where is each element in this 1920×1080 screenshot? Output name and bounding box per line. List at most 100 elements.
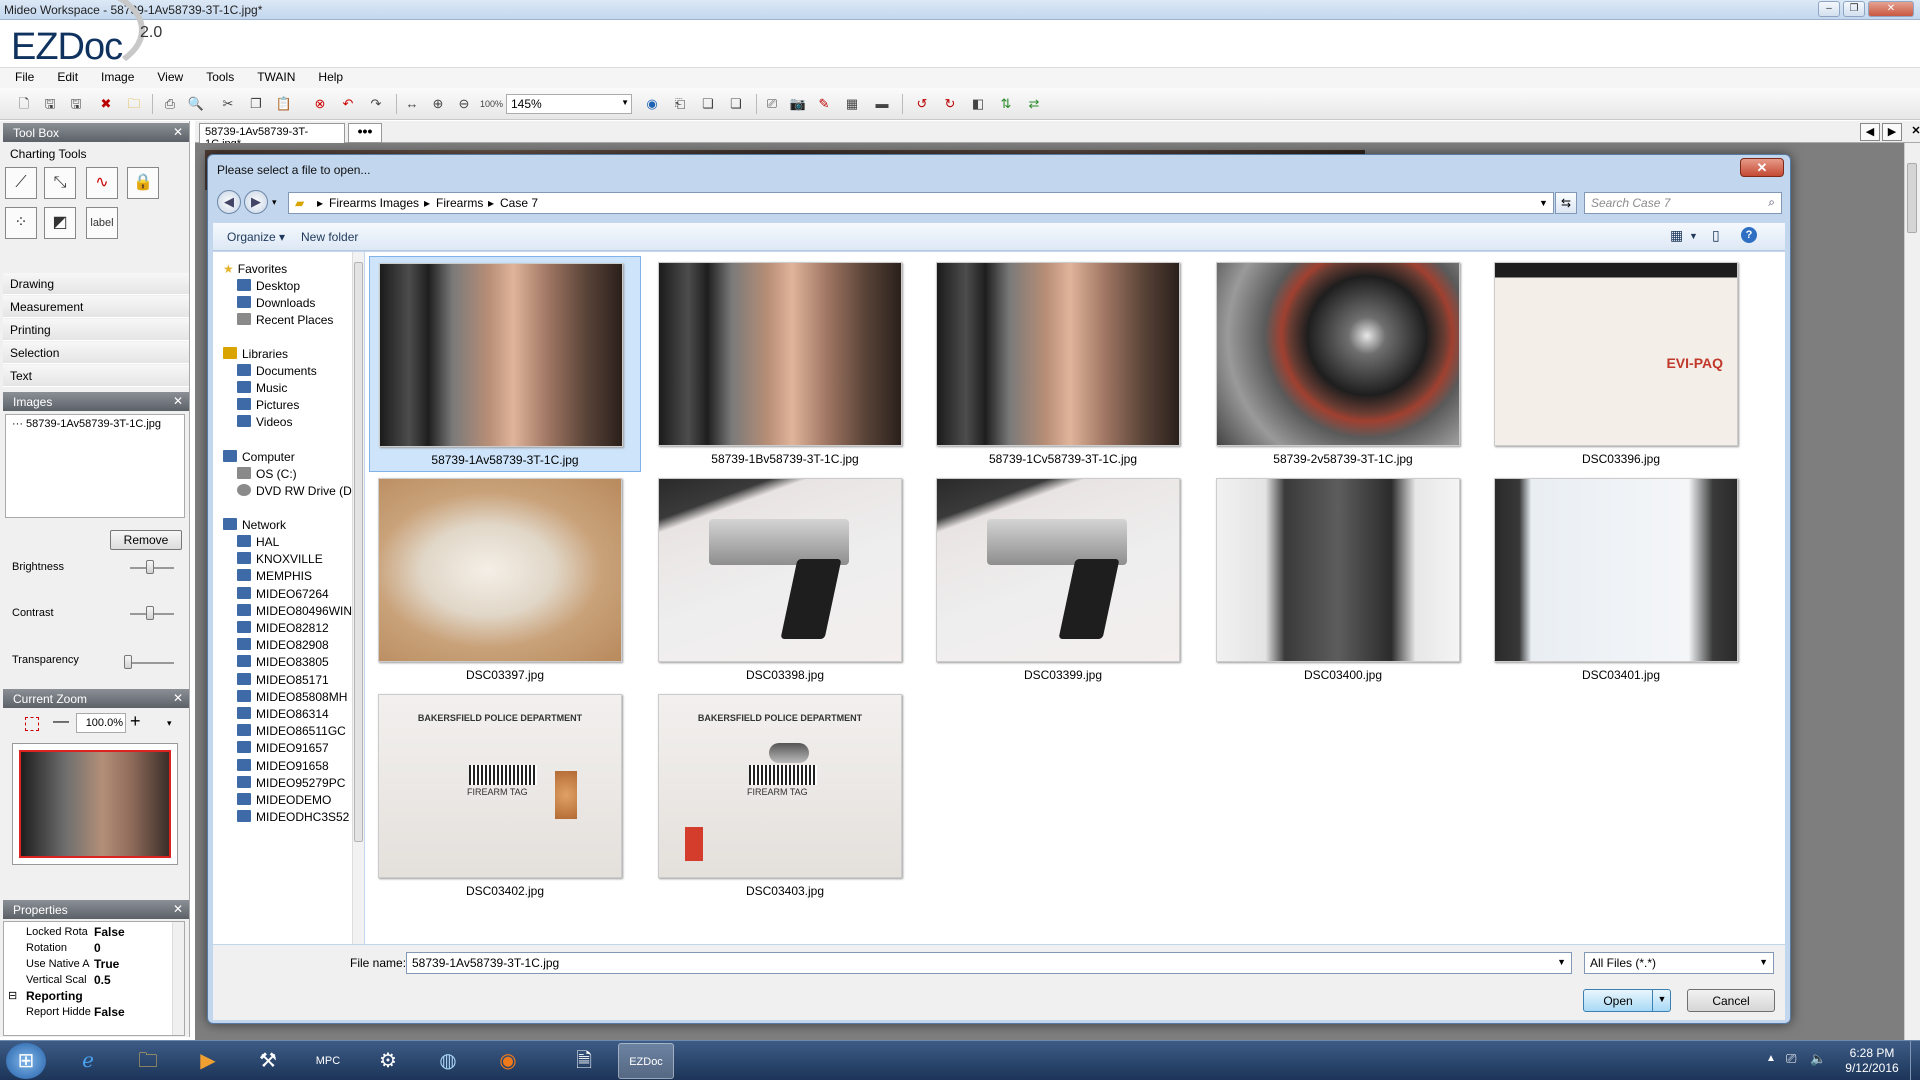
menu-edit[interactable]: Edit: [42, 68, 86, 84]
print-preview-icon[interactable]: 🔍: [186, 94, 206, 114]
ruler-icon[interactable]: ▬: [872, 94, 892, 114]
lock-tool[interactable]: 🔒: [127, 167, 159, 199]
scrollbar-thumb[interactable]: [354, 262, 363, 842]
region-tool[interactable]: ◩: [44, 207, 76, 239]
maximize-button[interactable]: ❐: [1843, 1, 1865, 17]
zoom-out-icon[interactable]: ⊖: [454, 94, 474, 114]
nav-network-computer[interactable]: MIDEODEMO: [237, 793, 357, 807]
clock[interactable]: 6:28 PM 9/12/2016: [1838, 1046, 1906, 1076]
menu-image[interactable]: Image: [86, 68, 142, 84]
document-app-icon[interactable]: 🗎: [556, 1043, 612, 1079]
start-button[interactable]: ⊞: [6, 1043, 46, 1079]
nav-computer[interactable]: Computer: [223, 450, 343, 464]
show-desktop-button[interactable]: [1910, 1041, 1920, 1080]
nav-item[interactable]: Documents: [237, 364, 357, 378]
file-item[interactable]: BAKERSFIELD POLICE DEPARTMENT FIREARM TAG…: [369, 688, 641, 904]
nav-network-computer[interactable]: MIDEO80496WIN: [237, 603, 357, 618]
camera-icon[interactable]: 📷: [788, 94, 808, 114]
zoom-plus-button[interactable]: +: [130, 711, 141, 732]
nav-network-computer[interactable]: MIDEO85808MH: [237, 689, 357, 704]
menu-view[interactable]: View: [142, 68, 191, 84]
nav-item[interactable]: Downloads: [237, 296, 357, 310]
zoom-in-icon[interactable]: ⊕: [428, 94, 448, 114]
forward-icon[interactable]: ▶: [244, 190, 268, 214]
tools-app-icon[interactable]: ⚒: [240, 1043, 296, 1079]
nav-item[interactable]: Music: [237, 381, 357, 395]
save-icon[interactable]: 🖫: [40, 94, 60, 114]
chevron-down-icon[interactable]: ▼: [1689, 231, 1698, 241]
property-value[interactable]: True: [94, 957, 119, 971]
nav-item[interactable]: Videos: [237, 415, 357, 429]
nav-network-computer[interactable]: HAL: [237, 535, 357, 549]
image-list-item[interactable]: ··· 58739-1Av58739-3T-1C.jpg: [12, 418, 161, 430]
grayscale-icon[interactable]: ◧: [968, 94, 988, 114]
flip-vertical-icon[interactable]: ⇅: [996, 94, 1016, 114]
file-type-select[interactable]: All Files (*.*) ▼: [1584, 952, 1774, 974]
stop-icon[interactable]: ⊗: [310, 94, 330, 114]
ezdoc-taskbar-icon[interactable]: EZDoc: [618, 1043, 674, 1079]
copy-page-icon[interactable]: ❏: [698, 94, 718, 114]
internet-explorer-icon[interactable]: ℯ: [60, 1043, 116, 1079]
nav-network-computer[interactable]: MIDEO67264: [237, 586, 357, 601]
property-value[interactable]: False: [94, 925, 125, 939]
nav-network-computer[interactable]: MEMPHIS: [237, 569, 357, 583]
file-item[interactable]: DSC03398.jpg: [649, 472, 921, 688]
zoom-select[interactable]: 145% ▼: [506, 94, 632, 114]
settings-gear-icon[interactable]: ⚙: [360, 1043, 416, 1079]
points-tool[interactable]: ⁘: [5, 207, 37, 239]
flip-horizontal-icon[interactable]: ⇄: [1024, 94, 1044, 114]
property-value[interactable]: 0: [94, 941, 101, 955]
acquire-icon[interactable]: ⎗: [670, 94, 690, 114]
address-bar[interactable]: ▰ ▸ Firearms Images ▸ Firearms ▸ Case 7 …: [288, 192, 1554, 214]
chrome-app-icon[interactable]: ◍: [420, 1043, 476, 1079]
chevron-down-icon[interactable]: ▼: [1759, 957, 1768, 967]
nav-network-computer[interactable]: MIDEO85171: [237, 672, 357, 687]
paste-page-icon[interactable]: ❏: [726, 94, 746, 114]
nav-network-computer[interactable]: MIDEO91658: [237, 758, 357, 773]
refresh-icon[interactable]: ⇆: [1555, 192, 1577, 214]
category-printing[interactable]: Printing: [3, 319, 189, 341]
nav-network-computer[interactable]: MIDEO86314: [237, 707, 357, 721]
polyline-tool[interactable]: ⤡: [44, 167, 76, 199]
menu-file[interactable]: File: [0, 68, 42, 84]
open-folder-icon[interactable]: 🗀: [124, 94, 144, 114]
zoom-preview[interactable]: [12, 743, 178, 865]
chevron-down-icon[interactable]: ▼: [1539, 198, 1548, 208]
nav-network-computer[interactable]: MIDEO83805: [237, 655, 357, 669]
organize-button[interactable]: Organize ▾: [227, 230, 285, 244]
back-icon[interactable]: ◀: [217, 190, 241, 214]
chevron-down-icon[interactable]: ▾: [272, 197, 277, 208]
breadcrumb-firearms[interactable]: Firearms: [436, 196, 483, 210]
nav-item[interactable]: OS (C:): [237, 467, 357, 481]
nav-favorites[interactable]: ★ Favorites: [223, 262, 343, 276]
more-tabs-button[interactable]: •••: [348, 123, 382, 143]
arrow-right-icon[interactable]: ▶: [1882, 123, 1902, 141]
nav-network-computer[interactable]: MIDEO95279PC: [237, 775, 357, 790]
arrow-left-icon[interactable]: ◀: [1860, 123, 1880, 141]
property-value[interactable]: 0.5: [94, 973, 111, 987]
navigation-scrollbar[interactable]: [352, 252, 364, 944]
close-icon[interactable]: ✕: [173, 691, 183, 705]
file-item[interactable]: 58739-2v58739-3T-1C.jpg: [1207, 256, 1479, 472]
cut-icon[interactable]: ✂: [218, 94, 238, 114]
save-as-icon[interactable]: 🖫: [66, 94, 86, 114]
file-item[interactable]: EVI-PAQ DSC03396.jpg: [1485, 256, 1757, 472]
paste-icon[interactable]: 📋: [274, 94, 294, 114]
grid-icon[interactable]: ▦: [842, 94, 862, 114]
line-chart-tool[interactable]: ⟋: [5, 167, 37, 199]
rotate-right-icon[interactable]: ↻: [940, 94, 960, 114]
open-options-icon[interactable]: ▼: [1652, 989, 1671, 1012]
minimize-button[interactable]: –: [1818, 1, 1840, 17]
close-button[interactable]: ✕: [1868, 1, 1914, 17]
scrollbar-thumb[interactable]: [1907, 163, 1917, 233]
transparency-slider[interactable]: [124, 655, 132, 669]
filename-input[interactable]: 58739-1Av58739-3T-1C.jpg ▼: [406, 952, 1572, 974]
nav-network-computer[interactable]: MIDEODHC3S52: [237, 810, 357, 824]
scan-icon[interactable]: ◉: [642, 94, 662, 114]
nav-network-computer[interactable]: MIDEO91657: [237, 741, 357, 755]
help-icon[interactable]: ?: [1741, 227, 1757, 243]
label-tool[interactable]: label: [86, 207, 118, 239]
nav-libraries[interactable]: Libraries: [223, 347, 343, 361]
close-icon[interactable]: ✕: [173, 394, 183, 408]
dialog-close-button[interactable]: ✕: [1740, 158, 1784, 177]
